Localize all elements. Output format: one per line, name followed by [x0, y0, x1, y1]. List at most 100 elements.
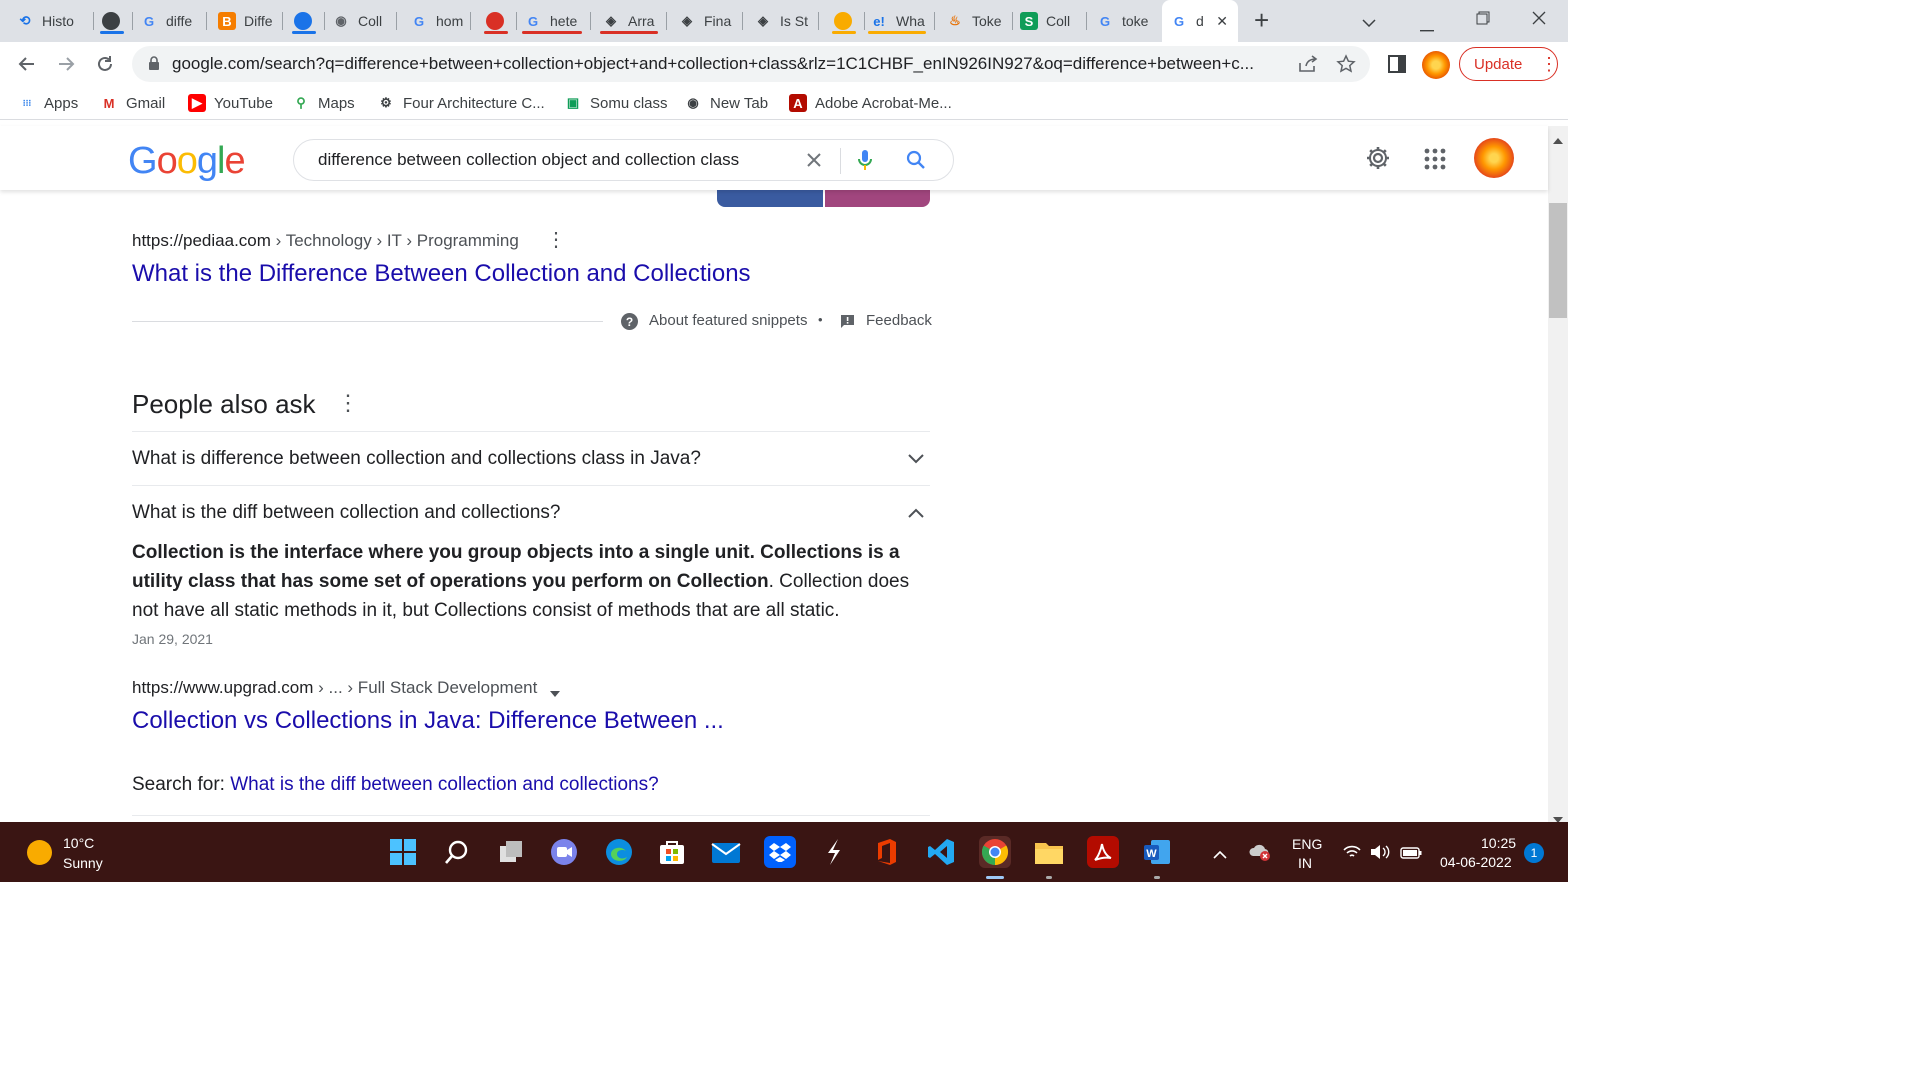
language-region[interactable]: IN — [1298, 855, 1312, 871]
side-panel-icon[interactable] — [1388, 55, 1406, 78]
tray-overflow-chevron-icon[interactable] — [1213, 846, 1227, 864]
browser-tab[interactable] — [478, 6, 514, 36]
help-icon[interactable]: ? — [621, 313, 638, 335]
browser-tab[interactable]: ◈ Is St — [746, 6, 816, 36]
bookmark-item[interactable]: ▣ Somu class — [564, 92, 668, 114]
cite-dropdown-icon[interactable] — [550, 684, 560, 702]
browser-tab[interactable]: Ghom — [402, 6, 468, 36]
google-logo[interactable]: Google — [128, 140, 246, 183]
browser-tab[interactable]: Gdiffe — [132, 6, 204, 36]
browser-tab[interactable] — [94, 6, 130, 36]
teams-chat-icon[interactable] — [548, 836, 580, 868]
address-url[interactable]: google.com/search?q=difference+between+c… — [172, 54, 1282, 74]
scrollbar-thumb[interactable] — [1549, 203, 1567, 318]
paa-options-icon[interactable]: ⋮ — [337, 391, 359, 415]
address-bar[interactable]: google.com/search?q=difference+between+c… — [132, 46, 1370, 82]
search-taskbar-icon[interactable] — [441, 836, 473, 868]
language-code[interactable]: ENG — [1292, 836, 1322, 852]
browser-tab[interactable]: e! Wha — [862, 6, 932, 36]
reload-icon[interactable] — [91, 50, 119, 78]
chrome-icon[interactable] — [979, 836, 1011, 868]
weather-temp[interactable]: 10°C — [63, 835, 94, 851]
browser-tab[interactable] — [826, 6, 862, 36]
vscode-icon[interactable] — [925, 836, 957, 868]
profile-avatar[interactable] — [1422, 51, 1450, 79]
office-icon[interactable] — [871, 836, 903, 868]
battery-icon[interactable] — [1400, 846, 1422, 864]
task-view-icon[interactable] — [496, 836, 528, 868]
star-bookmark-icon[interactable] — [1336, 54, 1356, 79]
close-tab-icon[interactable]: ✕ — [1216, 13, 1228, 30]
apps-grid-icon[interactable] — [1424, 148, 1446, 175]
forward-icon[interactable] — [52, 50, 80, 78]
bookmark-item[interactable]: ◉ New Tab — [684, 92, 768, 114]
search-for-link[interactable]: What is the diff between collection and … — [230, 774, 658, 795]
new-tab-button[interactable]: + — [1254, 6, 1269, 34]
browser-tab[interactable]: ◈ Arra — [594, 6, 664, 36]
minimize-icon[interactable] — [1420, 19, 1434, 37]
feedback-link[interactable]: Feedback — [866, 312, 932, 329]
volume-icon[interactable] — [1370, 844, 1390, 865]
browser-tab[interactable]: ♨ Toke — [938, 6, 1010, 36]
file-explorer-icon[interactable] — [1033, 836, 1065, 868]
notification-badge[interactable]: 1 — [1524, 843, 1544, 863]
result-options-icon[interactable]: ⋮ — [546, 230, 566, 250]
bookmark-item[interactable]: ▶ YouTube — [188, 92, 273, 114]
settings-gear-icon[interactable] — [1365, 145, 1391, 176]
word-icon[interactable]: W — [1141, 836, 1173, 868]
globe-icon: ◉ — [687, 95, 699, 110]
weather-sun-icon[interactable] — [27, 840, 52, 865]
bookmark-item[interactable]: M Gmail — [100, 92, 166, 114]
windows-start-icon[interactable] — [387, 836, 419, 868]
snippet-image-2[interactable] — [825, 190, 930, 207]
tab-search-icon[interactable] — [1362, 14, 1376, 32]
acrobat-icon[interactable] — [1087, 836, 1119, 868]
browser-tab[interactable]: ◈ Fina — [670, 6, 740, 36]
bookmark-label: New Tab — [710, 94, 769, 112]
snippet-image[interactable] — [717, 190, 823, 207]
search-input[interactable] — [318, 148, 798, 172]
clock-date[interactable]: 04-06-2022 — [1440, 854, 1512, 870]
onedrive-error-icon[interactable] — [1249, 842, 1273, 867]
window-close-icon[interactable] — [1532, 11, 1546, 30]
tab-title: Arra — [628, 13, 655, 29]
dropbox-icon[interactable] — [764, 836, 796, 868]
bookmark-item[interactable]: A Adobe Acrobat-Me... — [789, 92, 952, 114]
wifi-icon[interactable] — [1343, 845, 1361, 864]
result-title-link[interactable]: What is the Difference Between Collectio… — [132, 260, 751, 288]
bookmark-item[interactable]: ⁝⁝⁝ Apps — [18, 92, 79, 114]
scroll-up-arrow-icon[interactable] — [1553, 131, 1563, 149]
restore-icon[interactable] — [1476, 11, 1490, 30]
bookmark-item[interactable]: ⚲ Maps — [292, 92, 354, 114]
account-avatar[interactable] — [1474, 138, 1514, 178]
circle-icon — [102, 12, 120, 30]
about-featured-snippets-link[interactable]: About featured snippets — [649, 312, 807, 329]
search-box[interactable] — [293, 139, 954, 181]
paa-question-1[interactable]: What is difference between collection an… — [132, 431, 930, 485]
weather-condition[interactable]: Sunny — [63, 855, 103, 871]
browser-tab[interactable] — [286, 6, 322, 36]
paa-question-2[interactable]: What is the diff between collection and … — [132, 485, 930, 539]
browser-tab[interactable]: S Coll — [1012, 6, 1084, 36]
edge-browser-icon[interactable] — [603, 836, 635, 868]
update-button[interactable]: Update ⋮ — [1459, 47, 1558, 81]
paa-result-link[interactable]: Collection vs Collections in Java: Diffe… — [132, 707, 724, 735]
browser-tab[interactable]: ◉ Coll — [324, 6, 394, 36]
feedback-icon[interactable] — [840, 314, 855, 334]
microsoft-store-icon[interactable] — [656, 836, 688, 868]
sublime-text-icon[interactable] — [818, 836, 850, 868]
browser-tab[interactable]: Ghete — [516, 6, 588, 36]
share-icon[interactable] — [1298, 55, 1318, 78]
lock-icon[interactable] — [148, 55, 160, 73]
search-icon[interactable] — [906, 150, 926, 175]
browser-tab[interactable]: Gd ✕ — [1162, 0, 1238, 42]
browser-tab[interactable]: ⟲ Histo — [8, 6, 91, 36]
browser-tab[interactable]: B Diffe — [210, 6, 280, 36]
browser-tab[interactable]: Gtoke — [1088, 6, 1162, 36]
bookmark-item[interactable]: ⚙ Four Architecture C... — [377, 92, 545, 114]
clear-icon[interactable] — [804, 150, 824, 175]
clock-time[interactable]: 10:25 — [1481, 835, 1516, 851]
back-icon[interactable] — [13, 50, 41, 78]
mail-icon[interactable] — [710, 836, 742, 868]
mic-icon[interactable] — [858, 149, 872, 176]
